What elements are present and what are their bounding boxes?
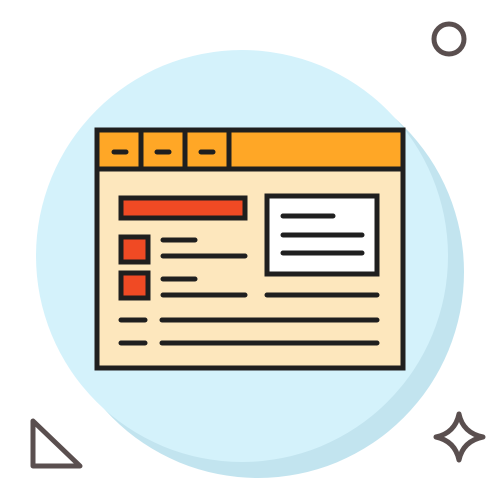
browser-window-illustration bbox=[30, 21, 486, 478]
side-panel bbox=[264, 193, 380, 277]
header-bar bbox=[118, 195, 248, 221]
decor-circle-icon bbox=[431, 21, 467, 57]
decor-sparkle-icon bbox=[433, 411, 486, 463]
checkbox-icon bbox=[118, 270, 151, 301]
decor-triangle-icon bbox=[30, 418, 83, 469]
browser-window bbox=[94, 127, 406, 371]
checkbox-icon bbox=[118, 234, 151, 265]
